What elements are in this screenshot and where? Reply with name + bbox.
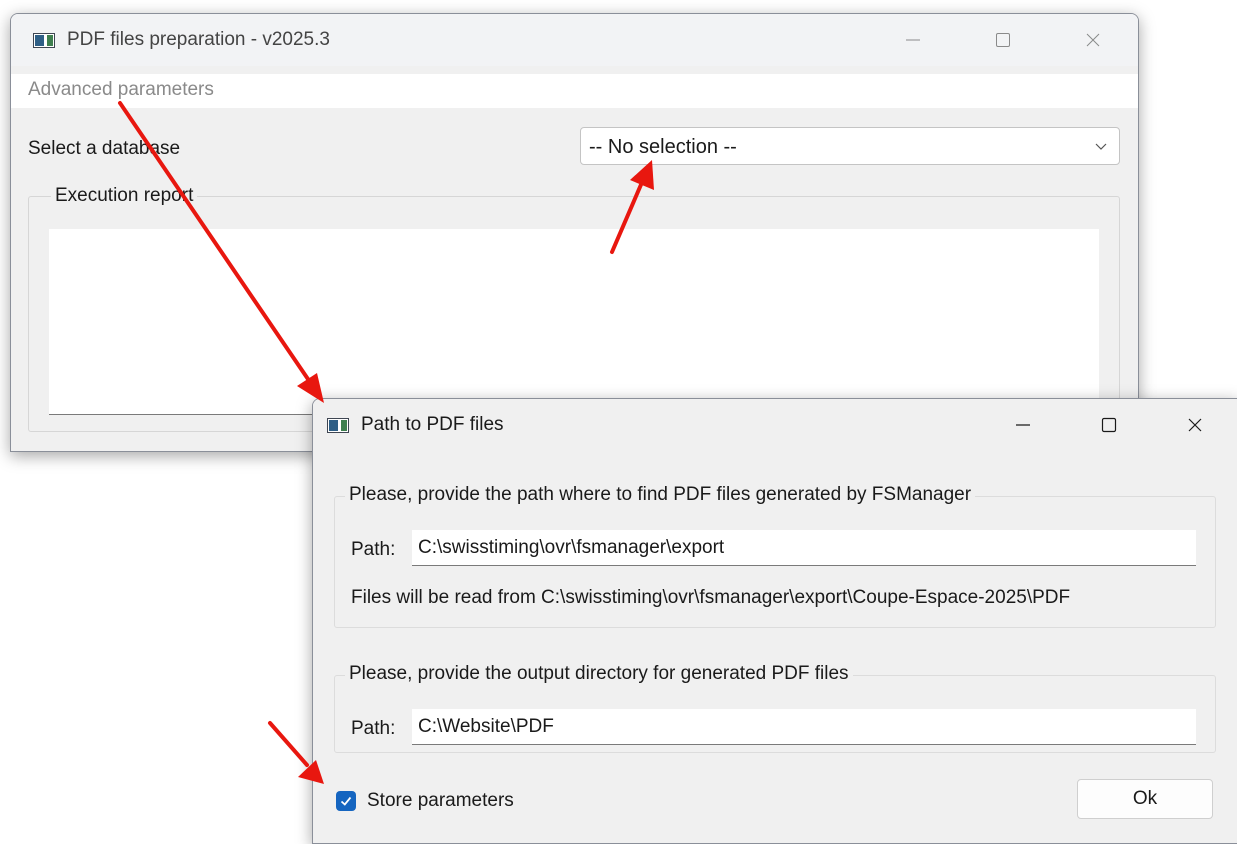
menu-bar: Advanced parameters <box>11 74 1138 108</box>
files-read-from-info: Files will be read from C:\swisstiming\o… <box>351 587 1071 608</box>
menu-advanced-parameters[interactable]: Advanced parameters <box>28 79 214 101</box>
input-path-label: Path: <box>351 539 396 560</box>
database-label: Select a database <box>28 138 181 159</box>
dialog-maximize-button[interactable] <box>1066 399 1152 451</box>
close-icon <box>1086 33 1100 47</box>
app-icon <box>327 417 349 433</box>
checkmark-icon <box>340 796 352 806</box>
dialog-titlebar[interactable]: Path to PDF files <box>313 399 1237 451</box>
output-path-label: Path: <box>351 718 396 739</box>
dialog-close-button[interactable] <box>1152 399 1237 451</box>
dialog-title: Path to PDF files <box>361 414 504 435</box>
main-window: PDF files preparation - v2025.3 Advanced… <box>10 13 1139 452</box>
maximize-icon <box>1101 417 1117 433</box>
main-titlebar[interactable]: PDF files preparation - v2025.3 <box>11 14 1138 66</box>
close-icon <box>1188 418 1202 432</box>
maximize-button[interactable] <box>958 14 1048 66</box>
minimize-button[interactable] <box>868 14 958 66</box>
dialog-minimize-button[interactable] <box>980 399 1066 451</box>
main-window-title: PDF files preparation - v2025.3 <box>67 29 330 50</box>
minimize-icon <box>1016 424 1030 426</box>
maximize-icon <box>996 33 1010 47</box>
close-button[interactable] <box>1048 14 1138 66</box>
execution-report-group: Execution report <box>28 185 1120 432</box>
database-select[interactable]: -- No selection -- <box>580 127 1120 165</box>
output-path-group: Please, provide the output directory for… <box>334 663 1216 753</box>
execution-report-textarea[interactable] <box>49 229 1099 415</box>
chevron-down-icon <box>1095 143 1107 150</box>
main-window-controls <box>868 14 1138 66</box>
store-parameters-checkbox[interactable] <box>336 791 356 811</box>
input-path-field[interactable] <box>412 530 1196 566</box>
minimize-icon <box>906 39 920 41</box>
input-path-group: Please, provide the path where to find P… <box>334 484 1216 628</box>
store-parameters-label[interactable]: Store parameters <box>367 790 514 812</box>
execution-report-label: Execution report <box>51 185 198 207</box>
output-path-group-label: Please, provide the output directory for… <box>345 663 853 685</box>
ok-button[interactable]: Ok <box>1077 779 1213 819</box>
database-select-value: -- No selection -- <box>589 136 737 158</box>
output-path-field[interactable] <box>412 709 1196 745</box>
dialog-window-controls <box>980 399 1237 451</box>
input-path-group-label: Please, provide the path where to find P… <box>345 484 976 506</box>
path-dialog: Path to PDF files Please, provide the pa… <box>312 398 1237 844</box>
app-icon <box>33 32 55 48</box>
